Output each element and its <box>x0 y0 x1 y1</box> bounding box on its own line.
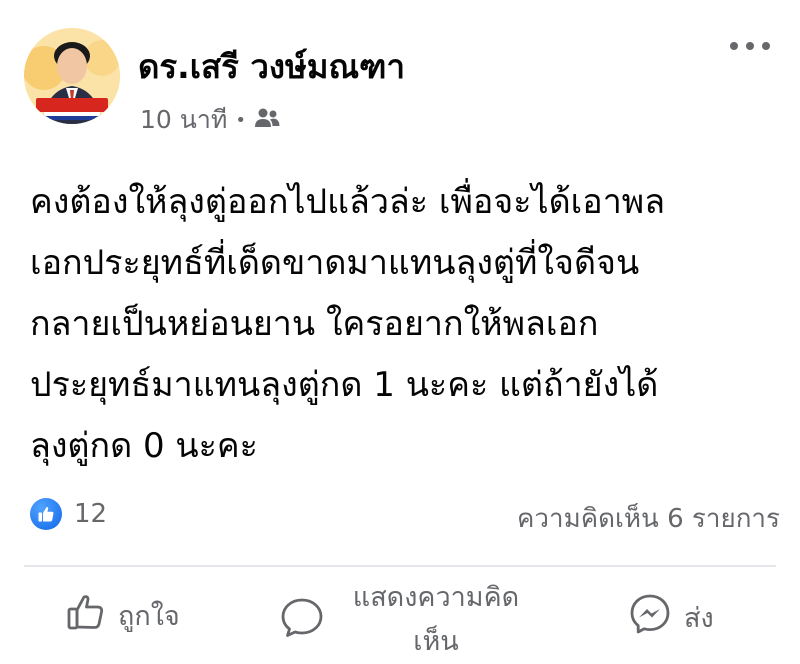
divider <box>24 565 776 567</box>
separator-dot: • <box>235 109 246 131</box>
like-reaction-icon <box>30 498 62 530</box>
post-body: คงต้องให้ลุงตู่ออกไปแล้วล่ะ เพื่อจะได้เอ… <box>30 172 785 477</box>
comment-button[interactable]: แสดงความคิดเห็น <box>280 576 536 664</box>
avatar-image <box>24 28 120 124</box>
post-line: กลายเป็นหย่อนยาน ใครอยากให้พลเอก <box>30 304 599 344</box>
like-button[interactable]: ถูกใจ <box>66 592 180 639</box>
post-meta: 10 นาที • <box>140 100 280 140</box>
post-actions: ถูกใจ แสดงความคิดเห็น ส่ง <box>0 570 800 657</box>
comment-label: แสดงความคิดเห็น <box>352 582 520 657</box>
comment-icon <box>280 595 324 646</box>
like-label: ถูกใจ <box>118 601 180 632</box>
reactions-summary[interactable]: 12 <box>30 498 107 530</box>
post-time[interactable]: 10 นาที <box>140 100 227 140</box>
post-line: คงต้องให้ลุงตู่ออกไปแล้วล่ะ เพื่อจะได้เอ… <box>30 182 666 222</box>
post-line: ประยุทธ์มาแทนลุงตู่กด 1 นะคะ แต่ถ้ายังได… <box>30 365 659 405</box>
post-line: ลุงตู่กด 0 นะคะ <box>30 426 258 466</box>
more-options-icon[interactable] <box>730 36 770 56</box>
comments-count[interactable]: ความคิดเห็น 6 รายการ <box>517 498 780 539</box>
thumbs-up-icon <box>66 592 106 639</box>
post-header: ดร.เสรี วงษ์มณฑา 10 นาที • <box>0 0 800 150</box>
avatar[interactable] <box>24 28 120 124</box>
send-button[interactable]: ส่ง <box>628 592 714 643</box>
post-line: เอกประยุทธ์ที่เด็ดขาดมาแทนลุงตู่ที่ใจดีจ… <box>30 243 640 283</box>
messenger-icon <box>628 592 672 643</box>
post-author[interactable]: ดร.เสรี วงษ์มณฑา <box>138 40 405 93</box>
friends-icon[interactable] <box>254 106 280 135</box>
like-count: 12 <box>74 499 108 529</box>
send-label: ส่ง <box>684 603 714 634</box>
